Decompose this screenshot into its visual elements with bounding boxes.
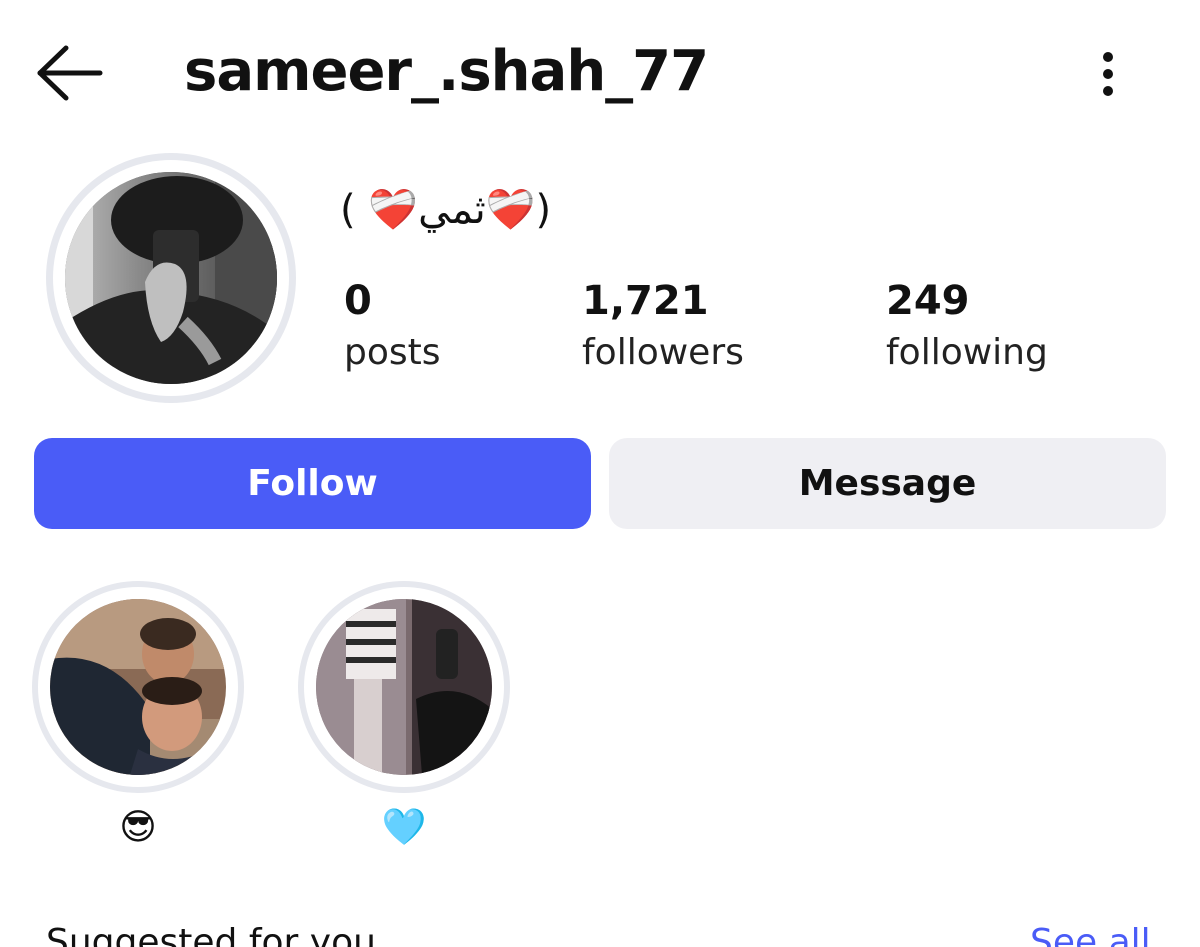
arrow-left-icon	[37, 45, 103, 101]
followers-count: 1,721	[582, 278, 709, 324]
see-all-link[interactable]: See all	[1030, 918, 1151, 947]
highlight-ring	[32, 581, 244, 793]
stat-posts[interactable]: 0 posts	[344, 276, 441, 380]
following-count: 249	[886, 278, 970, 324]
suggested-for-you-title: Suggested for you	[46, 922, 376, 947]
stat-followers[interactable]: 1,721 followers	[582, 276, 744, 380]
more-options-button[interactable]	[1088, 44, 1128, 104]
profile-header: sameer_.shah_77	[0, 0, 1200, 150]
message-button[interactable]: Message	[609, 438, 1166, 529]
highlight-label: 😎	[119, 807, 157, 848]
profile-username: sameer_.shah_77	[184, 39, 709, 104]
highlight-ring	[298, 581, 510, 793]
highlight-cover-image	[50, 599, 226, 775]
highlight-label: 🩵	[381, 807, 427, 848]
avatar-image	[65, 172, 277, 384]
highlight-cover-image	[316, 599, 492, 775]
following-label: following	[886, 332, 1048, 373]
story-highlight[interactable]: 🩵	[298, 581, 510, 853]
posts-label: posts	[344, 332, 441, 373]
follow-button[interactable]: Follow	[34, 438, 591, 529]
profile-avatar[interactable]	[46, 153, 296, 403]
followers-label: followers	[582, 332, 744, 373]
back-button[interactable]	[30, 40, 106, 110]
stat-following[interactable]: 249 following	[886, 276, 1048, 380]
profile-page: sameer_.shah_77	[0, 0, 1200, 947]
story-highlight[interactable]: 😎	[32, 581, 244, 853]
profile-bio: ( ❤️‍🩹ثمي❤️‍🩹)	[340, 187, 552, 233]
posts-count: 0	[344, 278, 372, 324]
vertical-dots-icon	[1103, 52, 1113, 96]
